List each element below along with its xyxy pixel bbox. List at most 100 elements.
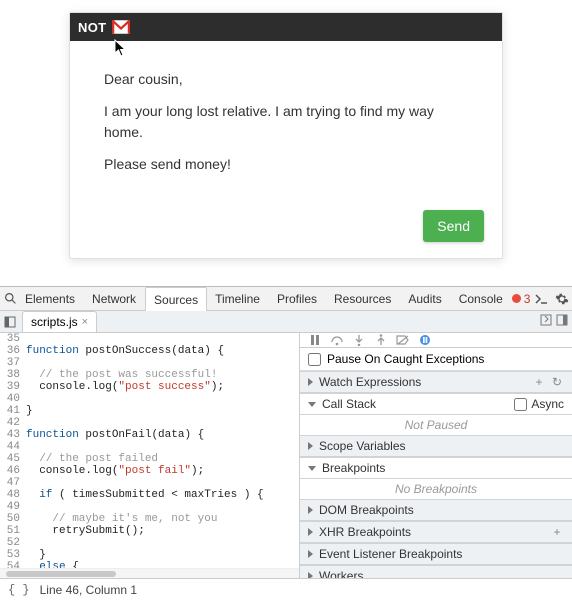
code-line[interactable]: if ( timesSubmitted < maxTries ) { bbox=[26, 489, 299, 501]
section-dom-breakpoints[interactable]: DOM Breakpoints bbox=[300, 499, 572, 521]
gutter-line[interactable]: 36 bbox=[0, 345, 26, 357]
code-line[interactable]: } bbox=[26, 405, 299, 417]
email-line: Please send money! bbox=[104, 154, 468, 176]
file-tab-scripts[interactable]: scripts.js × bbox=[22, 311, 97, 332]
error-count: 3 bbox=[524, 292, 531, 306]
code-line[interactable] bbox=[26, 537, 299, 549]
gutter-line[interactable]: 51 bbox=[0, 525, 26, 537]
send-button[interactable]: Send bbox=[423, 210, 484, 242]
code-line[interactable]: function postOnFail(data) { bbox=[26, 429, 299, 441]
async-checkbox[interactable] bbox=[514, 398, 527, 411]
file-tab-label: scripts.js bbox=[31, 315, 78, 329]
pause-on-exceptions-icon[interactable] bbox=[418, 333, 432, 347]
section-xhr-breakpoints[interactable]: XHR Breakpoints + bbox=[300, 521, 572, 543]
gutter-line[interactable]: 46 bbox=[0, 465, 26, 477]
gutter-line[interactable]: 45 bbox=[0, 453, 26, 465]
gear-icon[interactable] bbox=[554, 291, 570, 307]
gutter-line[interactable]: 43 bbox=[0, 429, 26, 441]
gutter-line[interactable]: 47 bbox=[0, 477, 26, 489]
code-line[interactable] bbox=[26, 441, 299, 453]
horizontal-scrollbar[interactable] bbox=[0, 568, 299, 578]
section-label: Breakpoints bbox=[322, 461, 385, 475]
gutter-line[interactable]: 52 bbox=[0, 537, 26, 549]
code-line[interactable]: // the post failed bbox=[26, 453, 299, 465]
gutter-line[interactable]: 38 bbox=[0, 369, 26, 381]
code-line[interactable]: // maybe it's me, not you bbox=[26, 513, 299, 525]
email-compose-card: NOT Dear cousin, I am your long lost rel… bbox=[69, 12, 503, 259]
add-xhr-bp-icon[interactable]: + bbox=[550, 525, 564, 539]
disclosure-icon bbox=[308, 528, 313, 536]
code-line[interactable] bbox=[26, 477, 299, 489]
tab-network[interactable]: Network bbox=[84, 287, 145, 311]
gutter-line[interactable]: 39 bbox=[0, 381, 26, 393]
refresh-watch-icon[interactable]: ↻ bbox=[550, 375, 564, 389]
gutter-line[interactable]: 49 bbox=[0, 501, 26, 513]
section-label: DOM Breakpoints bbox=[319, 503, 414, 517]
section-scope[interactable]: Scope Variables bbox=[300, 435, 572, 457]
email-line: I am your long lost relative. I am tryin… bbox=[104, 101, 468, 144]
step-over-icon[interactable] bbox=[330, 333, 344, 347]
show-navigator-icon[interactable] bbox=[0, 311, 20, 332]
search-icon[interactable] bbox=[4, 289, 17, 309]
section-workers[interactable]: Workers bbox=[300, 565, 572, 578]
show-drawer-icon[interactable] bbox=[534, 291, 550, 307]
gutter-line[interactable]: 53 bbox=[0, 549, 26, 561]
history-icon[interactable] bbox=[540, 314, 552, 329]
show-debugger-icon[interactable] bbox=[556, 314, 568, 329]
step-into-icon[interactable] bbox=[352, 333, 366, 347]
disclosure-icon bbox=[308, 378, 313, 386]
deactivate-breakpoints-icon[interactable] bbox=[396, 333, 410, 347]
add-watch-icon[interactable]: + bbox=[532, 375, 546, 389]
async-label: Async bbox=[531, 397, 564, 411]
disclosure-open-icon bbox=[308, 402, 316, 407]
close-tab-icon[interactable]: × bbox=[82, 316, 88, 328]
gutter-line[interactable]: 35 bbox=[0, 333, 26, 345]
pause-icon[interactable] bbox=[308, 333, 322, 347]
section-callstack[interactable]: Call Stack Async bbox=[300, 393, 572, 415]
gutter-line[interactable]: 54 bbox=[0, 561, 26, 568]
code-line[interactable]: retrySubmit(); bbox=[26, 525, 299, 537]
tab-audits[interactable]: Audits bbox=[400, 287, 450, 311]
tab-console[interactable]: Console bbox=[451, 287, 512, 311]
pause-on-caught-row[interactable]: Pause On Caught Exceptions bbox=[300, 348, 572, 371]
brand-label: NOT bbox=[78, 20, 106, 35]
code-editor[interactable]: 3536function postOnSuccess(data) {3738 /… bbox=[0, 333, 299, 568]
code-line[interactable] bbox=[26, 417, 299, 429]
code-line[interactable] bbox=[26, 333, 299, 345]
section-event-listener-breakpoints[interactable]: Event Listener Breakpoints bbox=[300, 543, 572, 565]
step-out-icon[interactable] bbox=[374, 333, 388, 347]
section-label: Call Stack bbox=[322, 397, 376, 411]
file-tab-bar: scripts.js × bbox=[0, 311, 572, 333]
code-line[interactable] bbox=[26, 501, 299, 513]
disclosure-icon bbox=[308, 442, 313, 450]
tab-timeline[interactable]: Timeline bbox=[207, 287, 269, 311]
code-line[interactable]: } bbox=[26, 549, 299, 561]
tab-elements[interactable]: Elements bbox=[17, 287, 84, 311]
gutter-line[interactable]: 50 bbox=[0, 513, 26, 525]
section-label: Workers bbox=[319, 569, 363, 578]
tab-profiles[interactable]: Profiles bbox=[269, 287, 326, 311]
gutter-line[interactable]: 42 bbox=[0, 417, 26, 429]
section-watch[interactable]: Watch Expressions + ↻ bbox=[300, 371, 572, 393]
code-line[interactable] bbox=[26, 393, 299, 405]
gutter-line[interactable]: 48 bbox=[0, 489, 26, 501]
code-line[interactable]: function postOnSuccess(data) { bbox=[26, 345, 299, 357]
gutter-line[interactable]: 37 bbox=[0, 357, 26, 369]
gutter-line[interactable]: 41 bbox=[0, 405, 26, 417]
code-line[interactable]: // the post was successful! bbox=[26, 369, 299, 381]
code-line[interactable]: else { bbox=[26, 561, 299, 568]
code-line[interactable] bbox=[26, 357, 299, 369]
pretty-print-icon[interactable]: { } bbox=[8, 583, 30, 597]
gutter-line[interactable]: 40 bbox=[0, 393, 26, 405]
gutter-line[interactable]: 44 bbox=[0, 441, 26, 453]
code-line[interactable]: console.log("post fail"); bbox=[26, 465, 299, 477]
tab-resources[interactable]: Resources bbox=[326, 287, 400, 311]
pause-on-caught-checkbox[interactable] bbox=[308, 353, 321, 366]
tab-sources[interactable]: Sources bbox=[145, 287, 207, 312]
section-label: XHR Breakpoints bbox=[319, 525, 411, 539]
error-dot-icon bbox=[512, 294, 521, 303]
section-breakpoints[interactable]: Breakpoints bbox=[300, 457, 572, 479]
error-counter[interactable]: 3 bbox=[512, 292, 531, 306]
code-line[interactable]: console.log("post success"); bbox=[26, 381, 299, 393]
section-label: Scope Variables bbox=[319, 439, 406, 453]
